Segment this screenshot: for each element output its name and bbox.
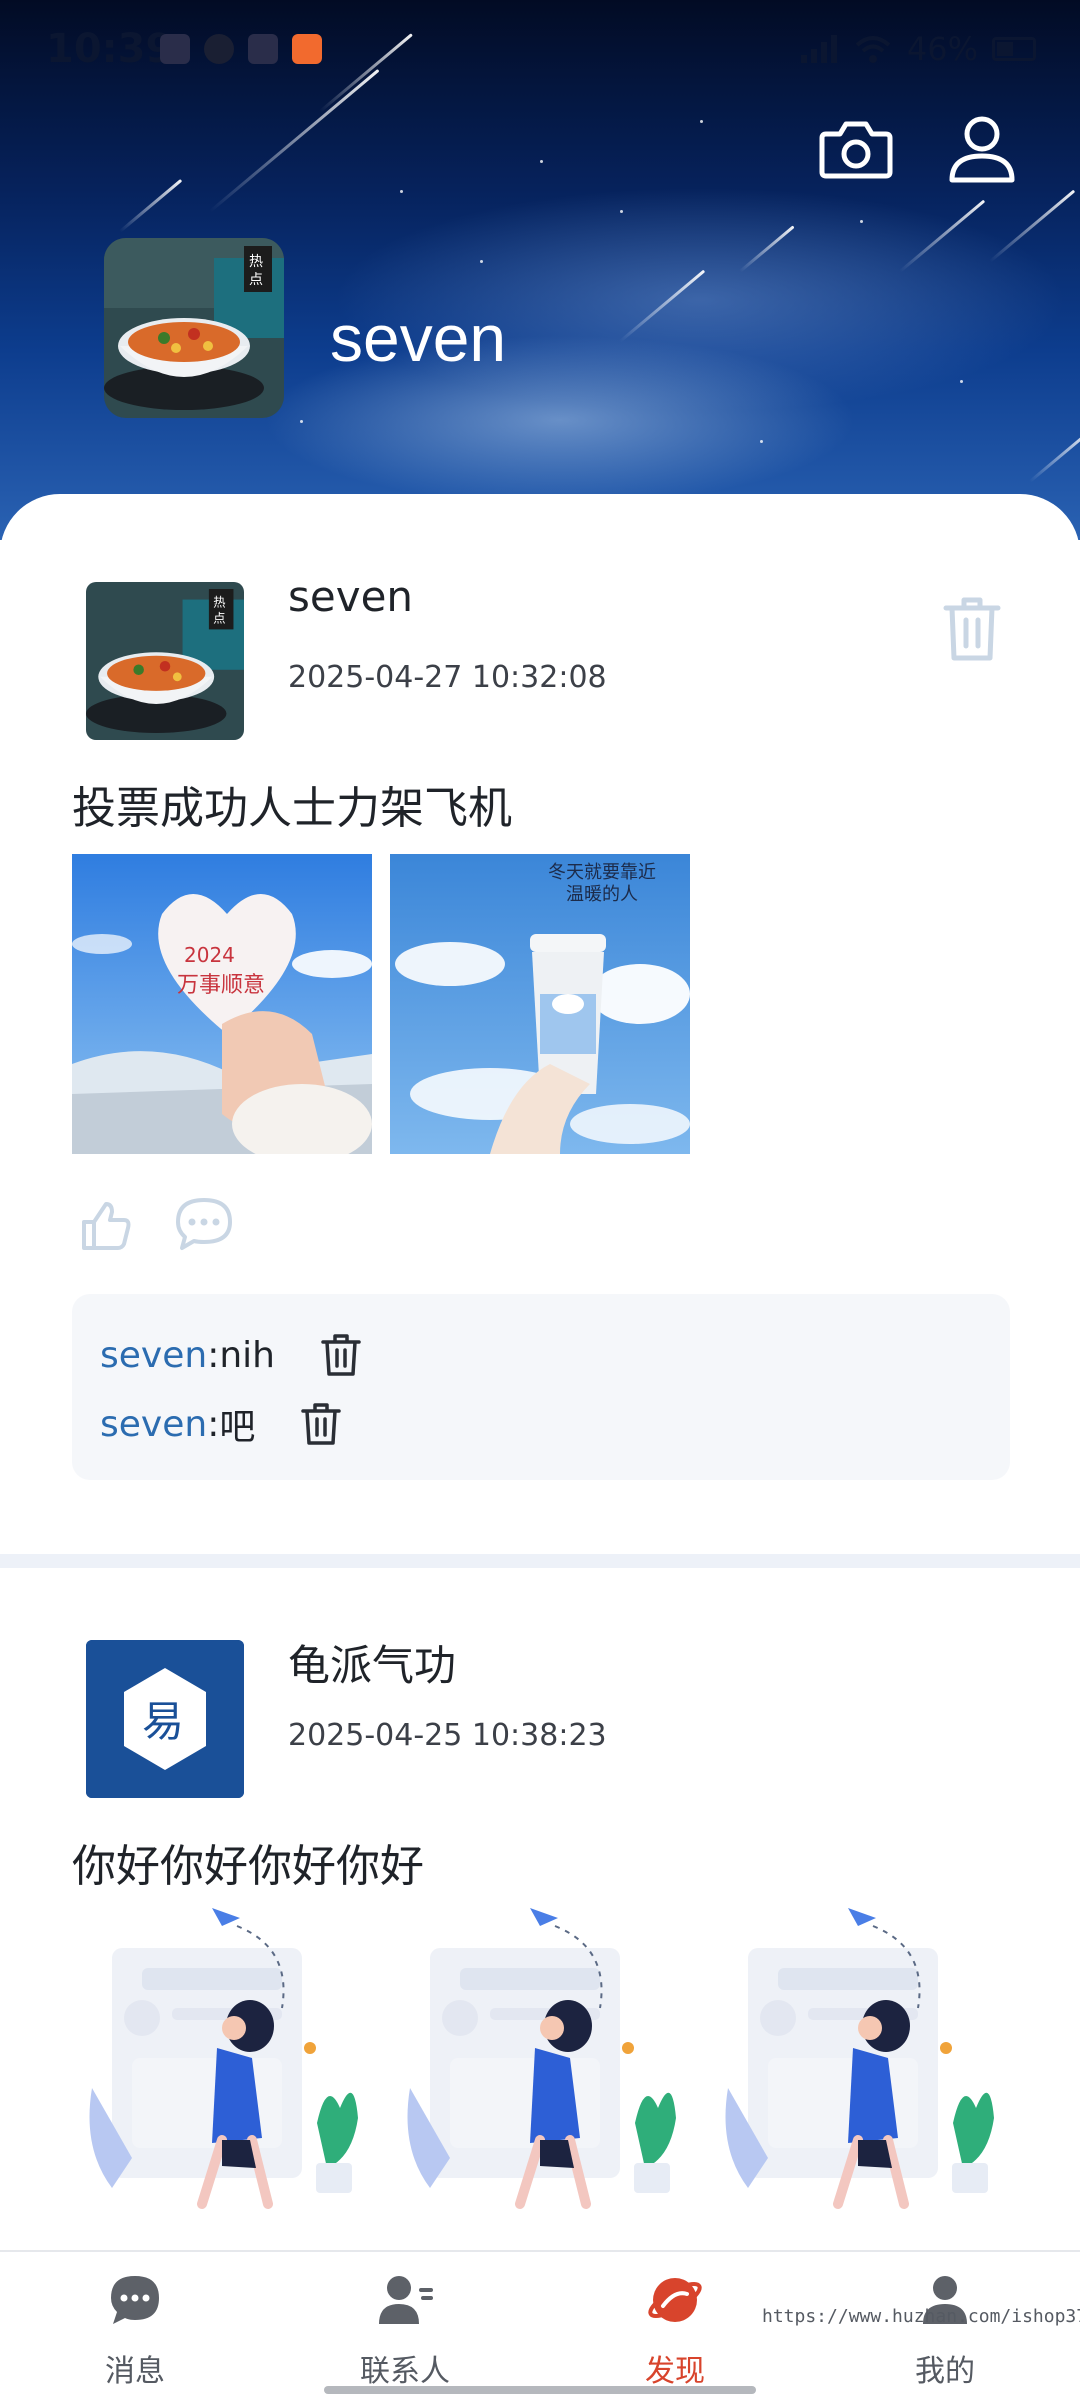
battery-icon <box>992 37 1036 61</box>
svg-text:热: 热 <box>249 254 263 270</box>
feed-post: 热 点 seven 2025-04-27 10:32:08 投票成功人士力架飞机 <box>0 494 1080 1554</box>
message-icon <box>111 2276 159 2324</box>
svg-text:点: 点 <box>249 272 263 288</box>
svg-text:热: 热 <box>213 596 225 610</box>
post-user-name[interactable]: seven <box>288 572 413 621</box>
nav-label: 我的 <box>915 2354 975 2389</box>
status-app-icons <box>160 34 322 64</box>
app-notification-icon <box>292 34 322 64</box>
post-photo[interactable]: 2024 万事顺意 <box>72 854 372 1154</box>
delete-comment-button[interactable] <box>319 1332 363 1378</box>
comment-user[interactable]: seven <box>100 1335 207 1376</box>
discover-icon <box>648 2278 702 2322</box>
comment-list: seven: nih seven: 吧 <box>72 1294 1010 1480</box>
trash-icon <box>943 597 1001 661</box>
moments-feed: 热 点 seven 2025-04-27 10:32:08 投票成功人士力架飞机 <box>0 494 1080 2250</box>
post-timestamp: 2025-04-25 10:38:23 <box>288 1718 607 1753</box>
post-photo[interactable] <box>72 1908 372 2218</box>
comment-item: seven: 吧 <box>100 1398 343 1450</box>
like-button[interactable] <box>78 1198 134 1254</box>
post-avatar[interactable]: 热 点 <box>86 582 244 740</box>
nav-item-messages[interactable]: 消息 <box>0 2252 270 2400</box>
signal-icon <box>800 35 837 63</box>
app-notification-icon <box>248 34 278 64</box>
post-timestamp: 2025-04-27 10:32:08 <box>288 660 607 695</box>
home-indicator[interactable] <box>324 2386 756 2394</box>
post-avatar[interactable]: 易 <box>86 1640 244 1798</box>
delete-post-button[interactable] <box>940 594 1004 664</box>
header-user-name: seven <box>330 301 507 375</box>
camera-icon <box>819 121 893 179</box>
app-notification-icon <box>204 34 234 64</box>
comment-bubble-icon <box>176 1198 232 1250</box>
trash-icon <box>321 1334 361 1376</box>
user-profile-icon <box>949 116 1015 183</box>
comment-item: seven: nih <box>100 1332 363 1378</box>
profile-button[interactable] <box>942 110 1022 190</box>
status-bar: 10:39 46% <box>0 0 1080 100</box>
svg-text:温暖的人: 温暖的人 <box>566 884 638 905</box>
post-photo[interactable]: 冬天就要靠近 温暖的人 <box>390 854 690 1154</box>
feed-post: 易 龟派气功 2025-04-25 10:38:23 你好你好你好你好 <box>0 1568 1080 2250</box>
camera-button[interactable] <box>816 110 896 190</box>
post-content: 投票成功人士力架飞机 <box>72 783 512 834</box>
post-photo[interactable] <box>708 1908 1008 2218</box>
svg-text:易: 易 <box>142 1697 184 1746</box>
thumbs-up-icon <box>82 1202 131 1250</box>
watermark-text: https://www.huzhan.com/ishop37552 <box>762 2306 1080 2327</box>
status-indicators: 46% <box>799 30 1036 68</box>
post-photo[interactable] <box>390 1908 690 2218</box>
wifi-icon <box>855 36 891 63</box>
battery-percent: 46% <box>906 30 978 68</box>
comment-button[interactable] <box>172 1194 236 1254</box>
post-user-name[interactable]: 龟派气功 <box>288 1632 456 1693</box>
svg-text:点: 点 <box>213 611 225 625</box>
comment-separator: : <box>207 1334 220 1376</box>
svg-text:万事顺意: 万事顺意 <box>177 973 265 998</box>
post-content: 你好你好你好你好 <box>72 1841 424 1892</box>
delete-comment-button[interactable] <box>299 1401 343 1447</box>
svg-text:冬天就要靠近: 冬天就要靠近 <box>548 862 656 883</box>
comment-text: nih <box>219 1334 275 1376</box>
svg-text:2024: 2024 <box>184 943 235 967</box>
status-time: 10:39 <box>46 26 174 72</box>
post-divider <box>0 1554 1080 1568</box>
header-avatar[interactable]: 热 点 <box>104 238 284 418</box>
nav-label: 发现 <box>645 2354 705 2389</box>
contacts-icon <box>379 2276 433 2324</box>
trash-icon <box>301 1403 342 1445</box>
comment-text: 吧 <box>219 1407 256 1448</box>
nav-label: 消息 <box>105 2354 165 2389</box>
comment-user[interactable]: seven <box>100 1404 207 1445</box>
nav-label: 联系人 <box>360 2354 450 2389</box>
nav-item-contacts[interactable]: 联系人 <box>270 2252 540 2400</box>
comment-separator: : <box>207 1403 220 1445</box>
app-notification-icon <box>160 34 190 64</box>
